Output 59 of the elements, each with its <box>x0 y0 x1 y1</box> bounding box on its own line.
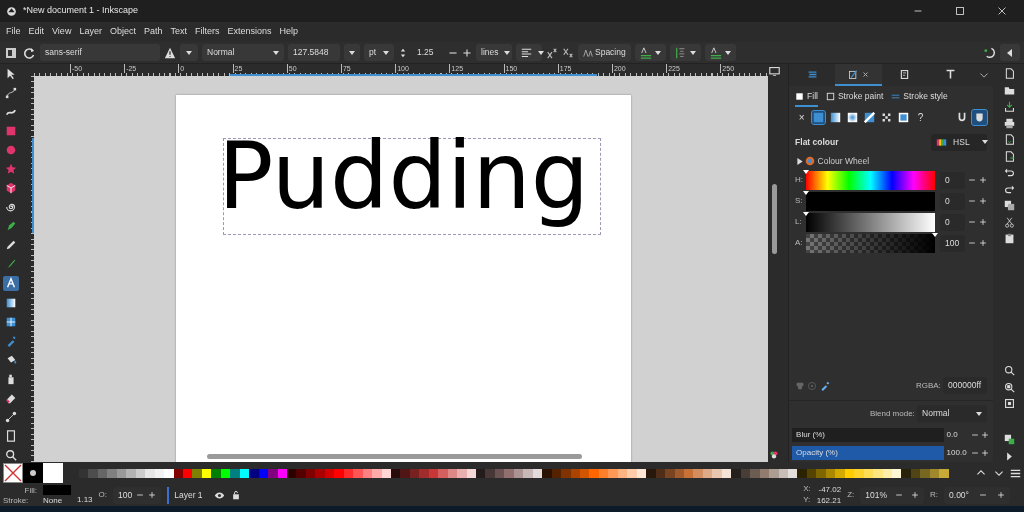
slider-label: Blur (%) <box>795 429 825 441</box>
menu-item[interactable]: File <box>6 25 21 39</box>
window-title: *New document 1 - Inkscape <box>23 4 139 18</box>
zoom-field[interactable]: 101% <box>860 486 925 504</box>
value-field[interactable]: 100 <box>940 234 966 252</box>
x-label: X: <box>803 484 811 495</box>
line-height-field[interactable]: 1.25 <box>412 44 444 61</box>
font-style-dropdown[interactable]: Normal <box>202 44 284 61</box>
font-size-field[interactable]: 127.5848 <box>288 44 340 61</box>
slider-label: H: <box>795 174 804 187</box>
stroke-width: 1.13 <box>77 494 93 504</box>
color-mode-dropdown[interactable]: HSL <box>931 133 988 151</box>
slider-label: A: <box>795 237 803 250</box>
menu-item[interactable]: Edit <box>28 25 45 39</box>
y-label: Y: <box>803 495 811 506</box>
spacing-button[interactable]: Spacing <box>578 44 631 61</box>
fill-stroke-tab[interactable]: Fill <box>795 90 818 107</box>
value-field[interactable]: 0.0 <box>946 429 969 441</box>
value-field[interactable]: 0 <box>940 171 966 189</box>
fill-stroke-tab[interactable]: Stroke style <box>891 90 948 107</box>
mode-label: Flat colour <box>795 135 839 149</box>
menu-item[interactable]: View <box>52 25 72 39</box>
layer-dropdown[interactable]: Layer 1 <box>167 486 208 504</box>
fill-label: Fill: <box>24 485 37 495</box>
menu-item[interactable]: Filters <box>194 25 220 39</box>
value-field[interactable]: 0 <box>940 213 966 231</box>
menu-item[interactable]: Layer <box>79 25 102 39</box>
opacity-label: O: <box>98 489 108 501</box>
menu-item[interactable]: Path <box>143 25 163 39</box>
rgba-field[interactable]: 000000ff <box>943 377 988 394</box>
line-unit-dropdown[interactable]: lines <box>476 44 512 61</box>
menu-item[interactable]: Object <box>109 25 136 39</box>
blend-mode-label: Blend mode: <box>869 407 915 420</box>
unset-paint-button[interactable]: ? <box>914 110 928 124</box>
blend-mode-dropdown[interactable]: Normal <box>917 405 988 422</box>
font-family-field[interactable]: sans-serif <box>40 44 160 61</box>
x-coordinate: -47.02 <box>818 485 842 494</box>
rotation-field[interactable]: 0.00° <box>944 486 1010 504</box>
opacity-slider[interactable]: Opacity (%) <box>792 446 945 460</box>
unit-dropdown[interactable]: pt <box>364 44 394 61</box>
stroke-label: Stroke: <box>3 495 30 506</box>
slider-label: Opacity (%) <box>795 447 838 459</box>
menu-item[interactable]: Text <box>170 25 187 39</box>
colour-wheel-expander[interactable]: Colour Wheel <box>789 154 994 170</box>
blur-slider[interactable]: Blur (%) <box>792 428 945 442</box>
zoom-label: Z: <box>847 489 855 501</box>
y-coordinate: 162.21 <box>816 496 842 505</box>
stroke-value: None <box>43 495 64 506</box>
slider-label: S: <box>795 195 803 208</box>
opacity-field[interactable]: 100 <box>113 486 162 504</box>
rotation-label: R: <box>930 489 939 501</box>
slider-label: L: <box>795 216 803 229</box>
menu-item[interactable]: Extensions <box>227 25 272 39</box>
menu-item[interactable]: Help <box>279 25 298 39</box>
value-field[interactable]: 0 <box>940 192 966 210</box>
rgba-label: RGBA: <box>915 379 941 392</box>
fill-stroke-tab[interactable]: Stroke paint <box>825 90 884 107</box>
value-field[interactable]: 100.0 <box>946 447 969 459</box>
no-paint-button[interactable]: × <box>795 110 809 124</box>
